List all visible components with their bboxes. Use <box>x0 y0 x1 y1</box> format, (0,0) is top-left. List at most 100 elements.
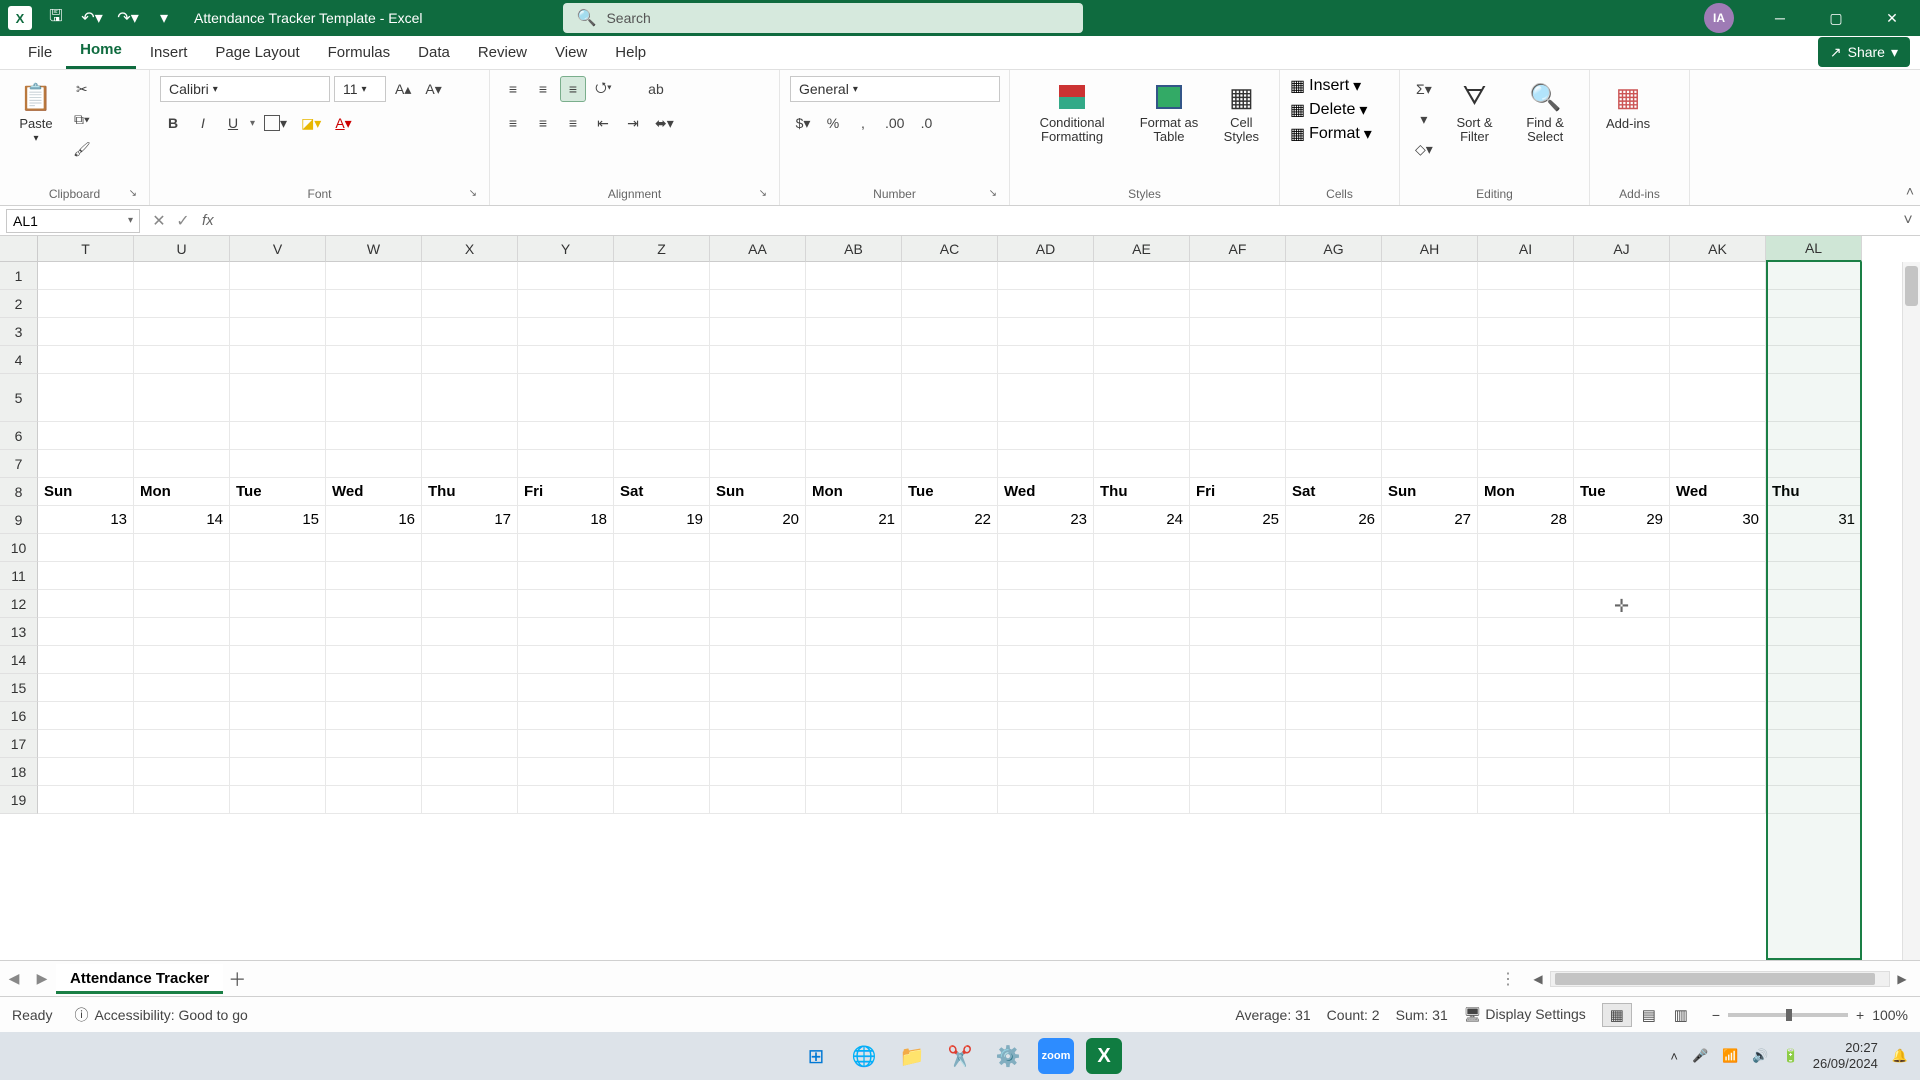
cell[interactable] <box>1670 290 1766 318</box>
cell[interactable] <box>1190 674 1286 702</box>
cell[interactable] <box>134 262 230 290</box>
cell[interactable] <box>902 534 998 562</box>
cell[interactable] <box>1094 758 1190 786</box>
cell[interactable] <box>710 618 806 646</box>
cell[interactable] <box>326 786 422 814</box>
clear-icon[interactable]: ◇▾ <box>1410 136 1438 162</box>
cell[interactable] <box>1286 534 1382 562</box>
cell[interactable] <box>1190 590 1286 618</box>
cell[interactable] <box>1190 618 1286 646</box>
cell[interactable] <box>806 618 902 646</box>
cell[interactable] <box>1190 422 1286 450</box>
cell[interactable] <box>422 646 518 674</box>
decrease-decimal-icon[interactable]: .0 <box>913 110 939 136</box>
cell[interactable] <box>1094 674 1190 702</box>
cell[interactable] <box>902 702 998 730</box>
cell[interactable] <box>38 618 134 646</box>
cell[interactable] <box>1094 730 1190 758</box>
cell[interactable] <box>422 730 518 758</box>
chrome-icon[interactable]: 🌐 <box>846 1038 882 1074</box>
cell[interactable] <box>38 674 134 702</box>
sheet-tab-menu-icon[interactable]: ⋮ <box>1500 969 1516 989</box>
cell[interactable] <box>710 646 806 674</box>
cell[interactable] <box>614 534 710 562</box>
cell[interactable] <box>1382 534 1478 562</box>
cell[interactable]: 14 <box>134 506 230 534</box>
cell[interactable] <box>38 346 134 374</box>
cell[interactable] <box>710 346 806 374</box>
cell[interactable] <box>1286 562 1382 590</box>
cell[interactable] <box>518 786 614 814</box>
cell[interactable]: Tue <box>902 478 998 506</box>
page-layout-view-icon[interactable]: ▤ <box>1634 1003 1664 1027</box>
column-header-W[interactable]: W <box>326 236 422 262</box>
column-header-AK[interactable]: AK <box>1670 236 1766 262</box>
cell[interactable] <box>806 758 902 786</box>
cell[interactable] <box>422 702 518 730</box>
cell[interactable] <box>998 318 1094 346</box>
cell[interactable] <box>902 290 998 318</box>
font-size-dropdown[interactable]: 11▾ <box>334 76 386 102</box>
cell[interactable] <box>230 450 326 478</box>
tab-data[interactable]: Data <box>404 36 464 69</box>
font-name-dropdown[interactable]: Calibri▾ <box>160 76 330 102</box>
column-header-AA[interactable]: AA <box>710 236 806 262</box>
cell[interactable] <box>1766 534 1862 562</box>
cell[interactable] <box>1766 318 1862 346</box>
cell[interactable] <box>1286 422 1382 450</box>
fx-icon[interactable]: fx <box>202 212 214 229</box>
cell[interactable] <box>806 730 902 758</box>
cell[interactable] <box>1574 562 1670 590</box>
cell[interactable] <box>806 702 902 730</box>
cell[interactable] <box>1382 318 1478 346</box>
cell[interactable] <box>614 646 710 674</box>
cell[interactable] <box>1190 262 1286 290</box>
cell[interactable] <box>806 450 902 478</box>
cell[interactable] <box>230 730 326 758</box>
cell[interactable] <box>326 450 422 478</box>
cell[interactable] <box>1190 290 1286 318</box>
redo-icon[interactable]: ↷▾ <box>114 4 142 32</box>
cell[interactable]: 20 <box>710 506 806 534</box>
cell[interactable] <box>806 590 902 618</box>
cell[interactable] <box>902 318 998 346</box>
cell[interactable] <box>1286 450 1382 478</box>
cell[interactable] <box>1478 450 1574 478</box>
cell[interactable] <box>38 702 134 730</box>
cancel-formula-icon[interactable]: ✕ <box>148 211 170 231</box>
cell[interactable] <box>1478 758 1574 786</box>
cell[interactable] <box>1382 758 1478 786</box>
cell[interactable]: 15 <box>230 506 326 534</box>
cell[interactable] <box>710 450 806 478</box>
cell[interactable] <box>710 262 806 290</box>
cell[interactable]: Mon <box>806 478 902 506</box>
microphone-icon[interactable]: 🎤 <box>1692 1048 1708 1064</box>
cell[interactable] <box>422 786 518 814</box>
decrease-font-icon[interactable]: A▾ <box>420 76 446 102</box>
snipping-tool-icon[interactable]: ✂️ <box>942 1038 978 1074</box>
cell[interactable] <box>1382 702 1478 730</box>
cell[interactable] <box>902 786 998 814</box>
cell[interactable] <box>902 346 998 374</box>
cell[interactable] <box>422 562 518 590</box>
cell[interactable] <box>902 590 998 618</box>
cell[interactable] <box>230 422 326 450</box>
cell[interactable] <box>230 590 326 618</box>
chevron-down-icon[interactable]: ▾ <box>250 118 255 129</box>
cell[interactable] <box>1478 590 1574 618</box>
cell[interactable] <box>518 730 614 758</box>
cell[interactable] <box>1670 534 1766 562</box>
cell[interactable]: Thu <box>1766 478 1862 506</box>
cell[interactable] <box>1382 422 1478 450</box>
cell[interactable] <box>1766 730 1862 758</box>
cell[interactable] <box>1766 374 1862 422</box>
cell[interactable] <box>1190 562 1286 590</box>
cell[interactable] <box>998 674 1094 702</box>
cell[interactable] <box>1094 786 1190 814</box>
cell[interactable] <box>1478 786 1574 814</box>
cell[interactable] <box>518 450 614 478</box>
cell[interactable] <box>614 786 710 814</box>
cell[interactable]: 17 <box>422 506 518 534</box>
cell[interactable] <box>518 346 614 374</box>
cell[interactable] <box>614 562 710 590</box>
